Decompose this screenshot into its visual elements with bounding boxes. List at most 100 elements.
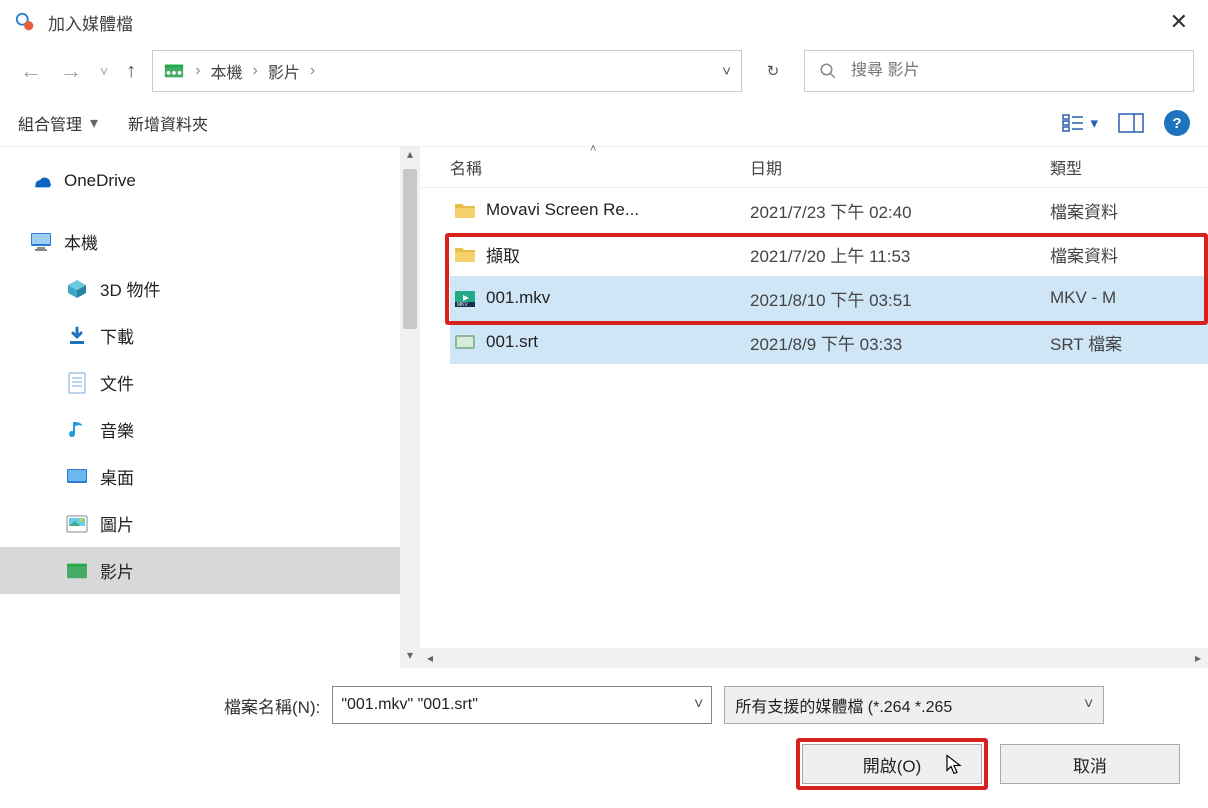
- open-button-wrap: 開啟(O): [802, 744, 982, 784]
- tree-onedrive[interactable]: OneDrive: [30, 157, 400, 204]
- up-button[interactable]: ↑: [120, 56, 142, 87]
- scroll-right-icon[interactable]: ▸: [1188, 651, 1208, 665]
- file-name: 001.srt: [486, 332, 750, 352]
- tree-label: 影片: [100, 558, 134, 583]
- scroll-down-icon[interactable]: ▾: [400, 648, 420, 668]
- file-type: 檔案資料: [1050, 198, 1208, 223]
- tree-3d-objects[interactable]: 3D 物件: [30, 265, 400, 312]
- desktop-icon: [66, 466, 88, 488]
- file-date: 2021/7/23 下午 02:40: [750, 198, 1050, 223]
- nav-sidebar: OneDrive 本機 3D 物件 下載 文件: [0, 147, 420, 668]
- dialog-footer: 檔案名稱(N): "001.mkv" "001.srt" ˅ 所有支援的媒體檔 …: [0, 668, 1208, 808]
- col-name[interactable]: 名稱: [450, 155, 750, 179]
- file-date: 2021/8/10 下午 03:51: [750, 286, 1050, 311]
- organize-label: 組合管理: [18, 111, 82, 135]
- search-box[interactable]: [804, 50, 1194, 92]
- sidebar-scrollbar[interactable]: ▴ ▾: [400, 147, 420, 668]
- search-input[interactable]: [849, 61, 1179, 81]
- address-bar[interactable]: › 本機 › 影片 › ˅: [152, 50, 742, 92]
- organize-menu[interactable]: 組合管理 ▾: [18, 111, 98, 135]
- download-icon: [66, 325, 88, 347]
- file-name: 擷取: [486, 242, 750, 267]
- filename-combobox[interactable]: "001.mkv" "001.srt" ˅: [332, 686, 712, 724]
- recent-dropdown[interactable]: ˅: [94, 59, 114, 83]
- scrollbar-thumb[interactable]: [403, 169, 417, 329]
- cancel-label: 取消: [1073, 752, 1107, 777]
- pictures-icon: [66, 513, 88, 535]
- refresh-button[interactable]: ↻: [752, 50, 794, 92]
- chevron-right-icon: ›: [195, 62, 200, 80]
- file-row[interactable]: 001.srt2021/8/9 下午 03:33SRT 檔案: [450, 320, 1208, 364]
- file-icon: MKV: [450, 288, 480, 308]
- breadcrumb-thispc[interactable]: 本機: [211, 59, 243, 83]
- tree-music[interactable]: 音樂: [30, 406, 400, 453]
- file-row[interactable]: MKV001.mkv2021/8/10 下午 03:51MKV - M: [450, 276, 1208, 320]
- chevron-down-icon[interactable]: ˅: [694, 696, 703, 714]
- chevron-down-icon: ▾: [1090, 114, 1098, 132]
- document-icon: [66, 372, 88, 394]
- cancel-button[interactable]: 取消: [1000, 744, 1180, 784]
- scroll-left-icon[interactable]: ◂: [420, 651, 440, 665]
- cursor-icon: [945, 753, 963, 775]
- tree-desktop[interactable]: 桌面: [30, 453, 400, 500]
- new-folder-button[interactable]: 新增資料夾: [128, 111, 208, 135]
- dialog-body: OneDrive 本機 3D 物件 下載 文件: [0, 147, 1208, 668]
- toolbar: 組合管理 ▾ 新增資料夾 ▾ ?: [0, 100, 1208, 147]
- folder-tree[interactable]: OneDrive 本機 3D 物件 下載 文件: [0, 147, 400, 668]
- close-button[interactable]: ✕: [1164, 5, 1194, 39]
- back-button[interactable]: ←: [14, 54, 48, 88]
- tree-label: 音樂: [100, 417, 134, 442]
- file-row[interactable]: Movavi Screen Re...2021/7/23 下午 02:40檔案資…: [450, 188, 1208, 232]
- app-icon: [14, 11, 36, 33]
- file-name: 001.mkv: [486, 288, 750, 308]
- cube-icon: [66, 278, 88, 300]
- file-row[interactable]: 擷取2021/7/20 上午 11:53檔案資料: [450, 232, 1208, 276]
- file-type-filter[interactable]: 所有支援的媒體檔 (*.264 *.265 ˅: [724, 686, 1104, 724]
- chevron-right-icon: ›: [253, 62, 258, 80]
- view-menu[interactable]: ▾: [1062, 114, 1098, 132]
- forward-button[interactable]: →: [54, 54, 88, 88]
- videos-icon: [66, 560, 88, 582]
- file-list[interactable]: Movavi Screen Re...2021/7/23 下午 02:40檔案資…: [420, 188, 1208, 364]
- tree-label: 下載: [100, 323, 134, 348]
- address-dropdown[interactable]: ˅: [722, 63, 731, 80]
- file-icon: [450, 245, 480, 263]
- tree-pictures[interactable]: 圖片: [30, 500, 400, 547]
- open-label: 開啟(O): [863, 752, 922, 777]
- tree-label: 3D 物件: [100, 276, 160, 301]
- file-icon: [450, 333, 480, 351]
- tree-label: 桌面: [100, 464, 134, 489]
- preview-pane-button[interactable]: [1118, 113, 1144, 133]
- sort-indicator-icon: ˄: [590, 143, 596, 155]
- tree-label: 文件: [100, 370, 134, 395]
- chevron-down-icon: ▾: [90, 113, 98, 133]
- nav-arrows: ← → ˅ ↑: [14, 54, 142, 88]
- col-type[interactable]: 類型: [1050, 155, 1208, 179]
- videos-folder-icon: [163, 60, 185, 82]
- column-headers[interactable]: ˄ 名稱 日期 類型: [420, 147, 1208, 188]
- file-date: 2021/8/9 下午 03:33: [750, 330, 1050, 355]
- breadcrumb[interactable]: › 本機 › 影片 ›: [195, 59, 315, 83]
- chevron-down-icon[interactable]: ˅: [1084, 696, 1093, 714]
- breadcrumb-videos[interactable]: 影片: [268, 59, 300, 83]
- open-button[interactable]: 開啟(O): [802, 744, 982, 784]
- tree-documents[interactable]: 文件: [30, 359, 400, 406]
- file-hscrollbar[interactable]: ◂ ▸: [420, 648, 1208, 668]
- monitor-icon: [30, 231, 52, 253]
- col-date[interactable]: 日期: [750, 155, 1050, 179]
- file-name: Movavi Screen Re...: [486, 200, 750, 220]
- file-type: 檔案資料: [1050, 242, 1208, 267]
- tree-label: OneDrive: [64, 171, 136, 191]
- file-open-dialog: 加入媒體檔 ✕ ← → ˅ ↑ › 本機 › 影片 › ˅ ↻: [0, 0, 1208, 808]
- help-button[interactable]: ?: [1164, 110, 1190, 136]
- filename-value: "001.mkv" "001.srt": [341, 696, 478, 714]
- scroll-up-icon[interactable]: ▴: [400, 147, 420, 167]
- tree-videos[interactable]: 影片: [0, 547, 400, 594]
- filename-label: 檔案名稱(N):: [224, 693, 320, 718]
- tree-thispc[interactable]: 本機: [30, 218, 400, 265]
- tree-downloads[interactable]: 下載: [30, 312, 400, 359]
- file-pane: ˄ 名稱 日期 類型 Movavi Screen Re...2021/7/23 …: [420, 147, 1208, 668]
- music-icon: [66, 419, 88, 441]
- tree-label: 本機: [64, 229, 98, 254]
- onedrive-icon: [30, 170, 52, 192]
